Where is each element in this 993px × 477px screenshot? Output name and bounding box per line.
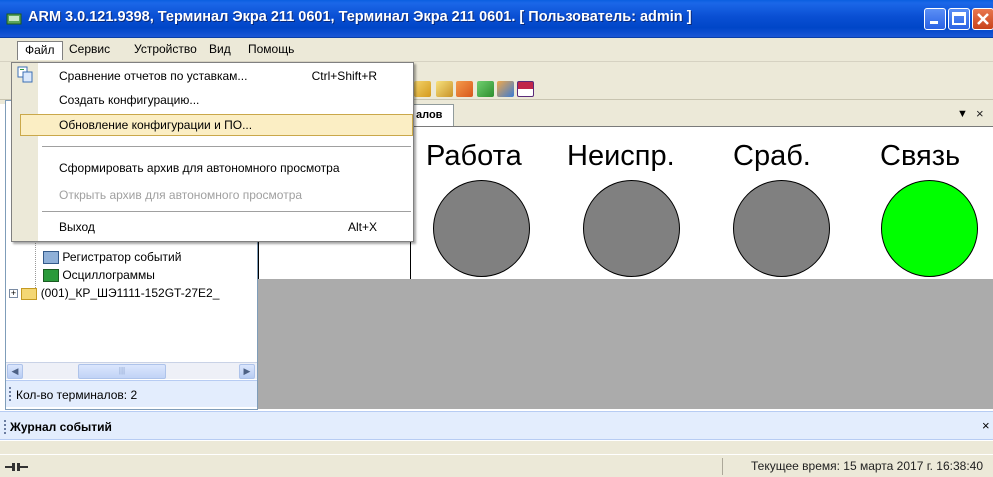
tree-item-event-recorder[interactable]: Регистратор событий [43,249,181,265]
indicator-fault [583,180,680,277]
menu-item-label: Сравнение отчетов по уставкам... [59,69,248,83]
title-bar: ARM 3.0.121.9398, Терминал Экра 211 0601… [0,0,993,38]
file-menu-dropdown: Сравнение отчетов по уставкам... Ctrl+Sh… [11,62,414,242]
menu-gutter [12,63,38,241]
menu-item-create-config[interactable]: Создать конфигурацию... [38,89,413,111]
minimize-button[interactable] [924,8,946,30]
app-icon [6,13,22,25]
edit-icon[interactable] [414,81,431,97]
oscillogram-icon [43,269,59,283]
indicator-label-work: Работа [426,140,522,172]
menu-item-label: Открыть архив для автономного просмотра [59,188,303,202]
tab-terminals[interactable]: алов [411,104,454,126]
open-folder-icon[interactable] [436,81,453,97]
tree-item-label: Регистратор событий [62,250,182,264]
splitter[interactable] [0,441,993,454]
status-separator [722,458,723,475]
scroll-right-icon[interactable]: ▶ [239,364,255,379]
menu-service[interactable]: Сервис [62,41,117,60]
close-button[interactable] [972,8,993,30]
terminal-count: Кол-во терминалов: 2 [16,388,138,402]
terminal-count-bar: Кол-во терминалов: 2 [6,380,257,407]
pane-menu-icon[interactable]: ▼ [957,108,968,120]
menu-view[interactable]: Вид [202,41,238,60]
maximize-button[interactable] [948,8,970,30]
menu-item-update-config[interactable]: Обновление конфигурации и ПО... [20,114,413,136]
report-icon[interactable] [517,81,534,97]
menu-bar: Файл Сервис Устройство Вид Помощь [0,38,993,62]
menu-item-label: Обновление конфигурации и ПО... [59,118,253,132]
close-icon [977,13,989,25]
menu-separator [42,211,411,212]
event-recorder-icon [43,251,59,265]
folder-icon [21,287,38,300]
compare-reports-icon [17,66,33,83]
menu-item-shortcut: Alt+X [347,220,377,234]
rss-icon[interactable] [456,81,473,97]
journal-close-icon[interactable]: × [982,418,990,433]
menu-item-open-archive: Открыть архив для автономного просмотра [38,184,413,206]
indicator-label-fault: Неиспр. [567,140,675,172]
status-bar: Текущее время: 15 марта 2017 г. 16:38:40 [0,454,993,477]
window-title: ARM 3.0.121.9398, Терминал Экра 211 0601… [28,9,692,25]
expand-icon[interactable]: + [9,289,18,299]
menu-device[interactable]: Устройство [127,41,204,60]
tree-item-label: Осциллограммы [62,268,155,282]
tree-item-label: (001)_КР_ШЭ1111-152GT-27E2_ [40,286,220,300]
menu-file[interactable]: Файл [17,41,63,60]
current-time: Текущее время: 15 марта 2017 г. 16:38:40 [751,459,983,473]
settings-icon[interactable] [497,81,514,97]
indicator-label-link: Связь [880,140,961,172]
workspace-area [258,279,993,409]
indicator-trip [733,180,830,277]
menu-item-create-archive[interactable]: Сформировать архив для автономного просм… [38,157,413,179]
indicator-link [881,180,978,277]
event-journal-bar: Журнал событий × [0,411,993,440]
minimize-icon [930,21,938,24]
refresh-icon[interactable] [477,81,494,97]
scroll-thumb[interactable]: ||| [78,364,166,379]
pane-close-icon[interactable]: × [976,106,984,121]
indicator-work [433,180,530,277]
tree-item-oscillograms[interactable]: Осциллограммы [43,267,155,283]
connection-icon [5,463,28,471]
menu-help[interactable]: Помощь [241,41,301,60]
event-journal-title: Журнал событий [10,420,112,434]
maximize-icon [952,12,966,25]
menu-separator [42,146,411,147]
tree-item-terminal[interactable]: + (001)_КР_ШЭ1111-152GT-27E2_ [9,285,219,301]
scroll-left-icon[interactable]: ◀ [7,364,23,379]
menu-item-label: Создать конфигурацию... [59,93,200,107]
menu-item-shortcut: Ctrl+Shift+R [311,69,377,83]
menu-item-compare-reports[interactable]: Сравнение отчетов по уставкам... Ctrl+Sh… [38,65,413,87]
grip-icon[interactable] [4,420,6,434]
indicator-label-trip: Сраб. [733,140,811,172]
menu-item-label: Выход [59,220,95,234]
horizontal-scrollbar[interactable]: ◀ ||| ▶ [6,362,257,379]
menu-item-exit[interactable]: Выход Alt+X [38,216,413,238]
menu-item-label: Сформировать архив для автономного просм… [59,161,340,175]
